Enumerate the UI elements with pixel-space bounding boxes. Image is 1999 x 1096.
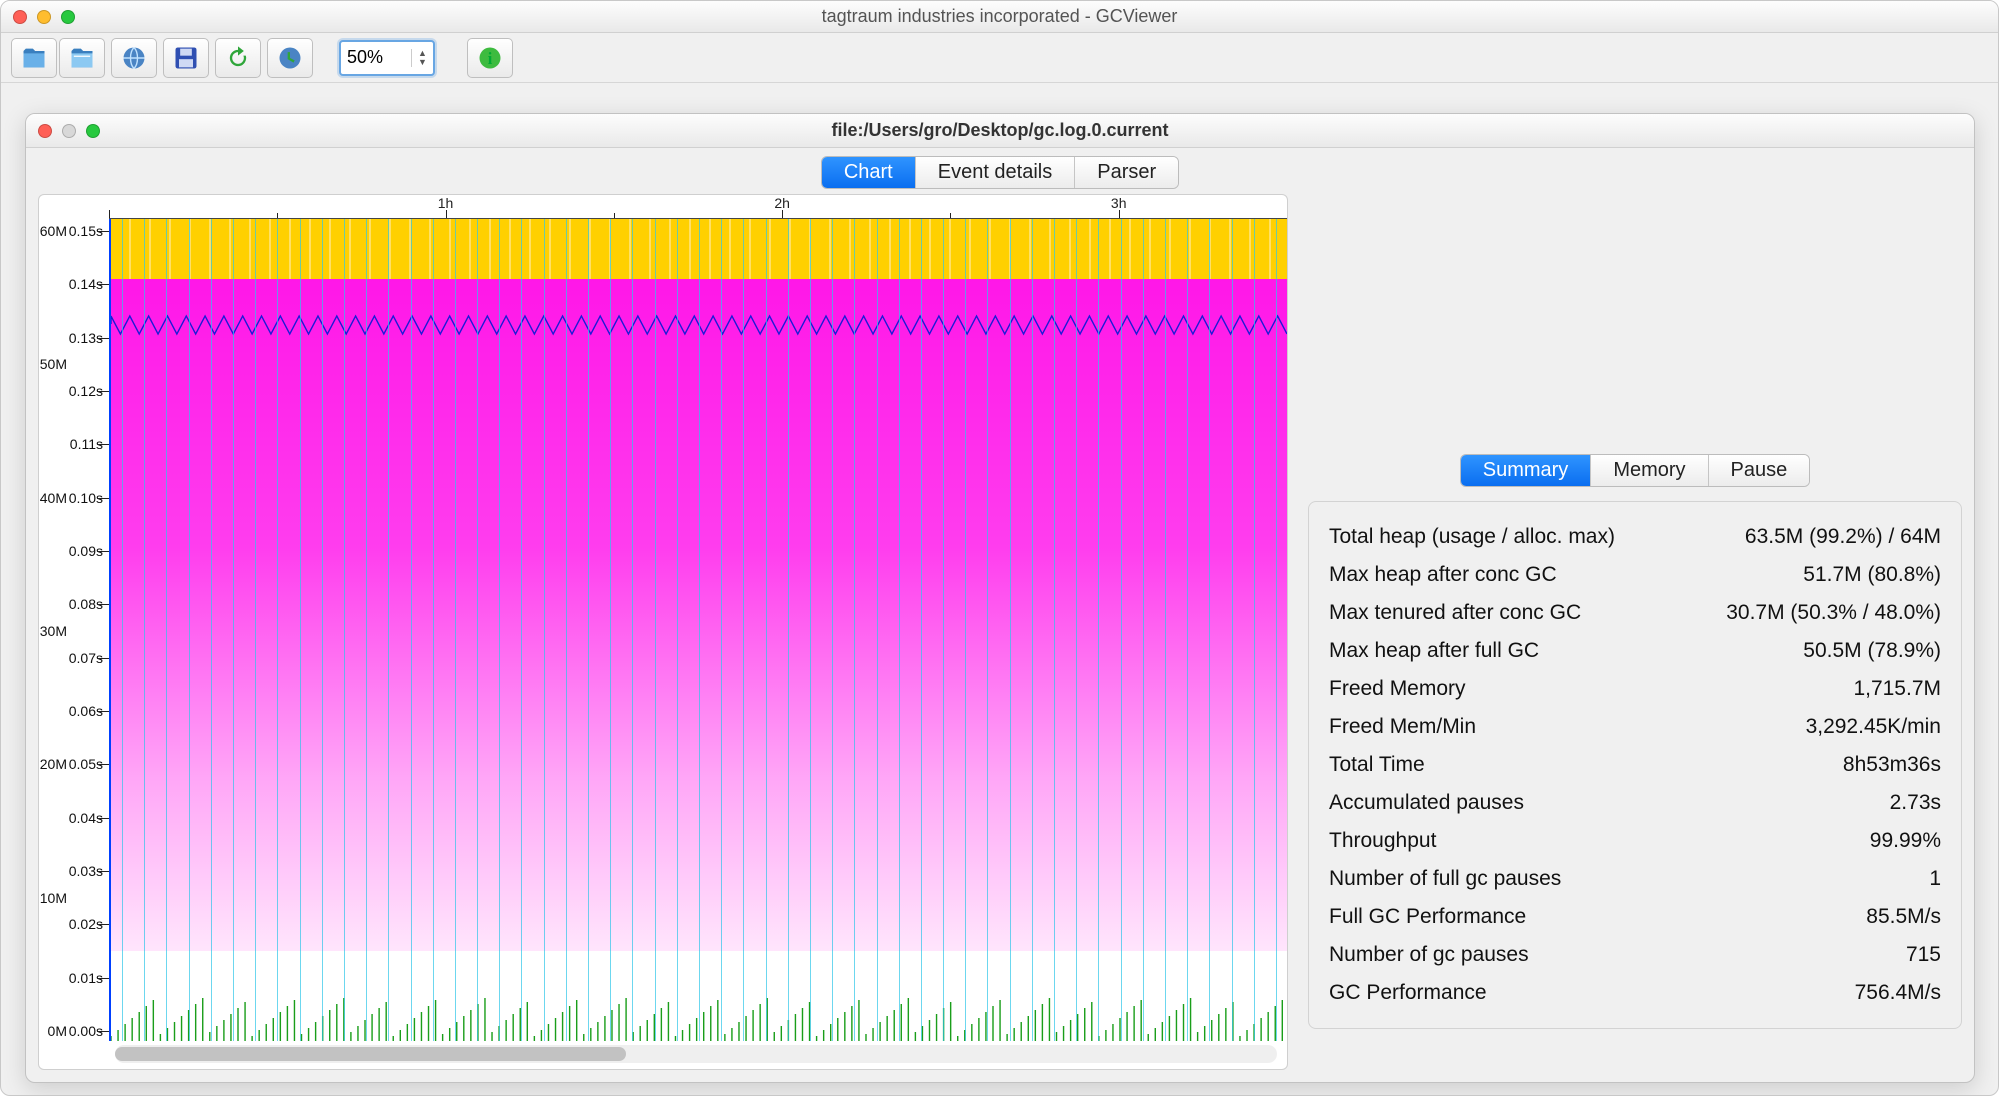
document-window: file:/Users/gro/Desktop/gc.log.0.current… [25,113,1975,1083]
tab-parser[interactable]: Parser [1075,157,1178,188]
doc-traffic-lights [38,124,100,138]
chart-y-axes: 0M10M20M30M40M50M60M0.00s0.01s0.02s0.03s… [39,219,109,1041]
summary-value: 8h53m36s [1843,753,1941,777]
summary-label: Freed Mem/Min [1329,715,1476,739]
summary-value: 715 [1906,943,1941,967]
summary-row: Accumulated pauses 2.73s [1329,784,1941,822]
tab-pause[interactable]: Pause [1709,455,1810,486]
about-button[interactable]: i [467,38,513,78]
summary-row: Freed Mem/Min 3,292.45K/min [1329,708,1941,746]
summary-row: Total Time 8h53m36s [1329,746,1941,784]
summary-value: 85.5M/s [1866,905,1941,929]
zoom-spinner[interactable]: ▲ ▼ [411,49,433,67]
summary-row: Freed Memory 1,715.7M [1329,670,1941,708]
summary-value: 3,292.45K/min [1806,715,1941,739]
doc-tabs: Chart Event details Parser [26,148,1974,195]
summary-row: Throughput 99.99% [1329,822,1941,860]
main-window: tagtraum industries incorporated - GCVie… [0,0,1999,1096]
summary-row: Max tenured after conc GC 30.7M (50.3% / … [1329,594,1941,632]
summary-value: 1 [1929,867,1941,891]
open-recent-button[interactable] [59,38,105,78]
summary-value: 50.5M (78.9%) [1803,639,1941,663]
open-url-button[interactable] [111,38,157,78]
mem-axis-label: 30M [40,623,67,639]
summary-row: Max heap after full GC 50.5M (78.9%) [1329,632,1941,670]
tab-event-details[interactable]: Event details [916,157,1076,188]
summary-value: 63.5M (99.2%) / 64M [1745,525,1941,549]
svg-text:i: i [488,48,493,67]
open-file-button[interactable] [11,38,57,78]
summary-label: Number of gc pauses [1329,943,1529,967]
time-axis-label: 3h [1111,195,1127,211]
zoom-down-icon[interactable]: ▼ [412,58,433,67]
summary-label: Max heap after conc GC [1329,563,1557,587]
summary-row: Max heap after conc GC 51.7M (80.8%) [1329,556,1941,594]
toolbar: ▲ ▼ i [1,33,1998,83]
summary-value: 99.99% [1870,829,1941,853]
mem-axis-label: 60M [40,223,67,239]
minimize-icon[interactable] [37,10,51,24]
doc-minimize-icon[interactable] [62,124,76,138]
summary-label: Total heap (usage / alloc. max) [1329,525,1615,549]
chart-scrollbar[interactable] [115,1045,1277,1063]
chart-area: 0M10M20M30M40M50M60M0.00s0.01s0.02s0.03s… [39,219,1287,1041]
summary-row: Total heap (usage / alloc. max) 63.5M (99… [1329,518,1941,556]
summary-label: Max heap after full GC [1329,639,1539,663]
chart-panel: 1h2h3h 0M10M20M30M40M50M60M0.00s0.01s0.0… [38,194,1288,1070]
chart-time-axis: 1h 2h 3h [109,195,1287,219]
close-icon[interactable] [13,10,27,24]
mem-axis-label: 50M [40,356,67,372]
summary-label: Throughput [1329,829,1436,853]
doc-titlebar[interactable]: file:/Users/gro/Desktop/gc.log.0.current [26,114,1974,148]
outer-titlebar[interactable]: tagtraum industries incorporated - GCVie… [1,1,1998,33]
summary-row: Number of full gc pauses 1 [1329,860,1941,898]
mem-axis-label: 20M [40,756,67,772]
summary-label: Number of full gc pauses [1329,867,1561,891]
doc-title: file:/Users/gro/Desktop/gc.log.0.current [26,120,1974,141]
summary-label: Accumulated pauses [1329,791,1524,815]
summary-label: Max tenured after conc GC [1329,601,1581,625]
summary-value: 51.7M (80.8%) [1803,563,1941,587]
summary-value: 1,715.7M [1853,677,1941,701]
zoom-input-group[interactable]: ▲ ▼ [339,40,435,76]
doc-body: 1h2h3h 0M10M20M30M40M50M60M0.00s0.01s0.0… [38,194,1962,1070]
tab-chart[interactable]: Chart [822,157,916,188]
mem-axis-label: 40M [40,490,67,506]
summary-label: Total Time [1329,753,1425,777]
summary-label: GC Performance [1329,981,1487,1005]
time-axis-label: 2h [774,195,790,211]
scrollbar-thumb[interactable] [115,1047,626,1061]
refresh-button[interactable] [215,38,261,78]
summary-label: Freed Memory [1329,677,1466,701]
mem-axis-label: 0M [48,1023,67,1039]
chart-plot[interactable] [109,219,1287,1041]
doc-close-icon[interactable] [38,124,52,138]
summary-value: 2.73s [1890,791,1941,815]
mem-axis-label: 10M [40,890,67,906]
doc-zoom-icon[interactable] [86,124,100,138]
tab-memory[interactable]: Memory [1591,455,1708,486]
summary-row: Number of gc pauses 715 [1329,936,1941,974]
zoom-icon[interactable] [61,10,75,24]
time-axis-label: 1h [438,195,454,211]
side-panel: Summary Memory Pause Total heap (usage /… [1308,194,1962,1070]
side-tabs: Summary Memory Pause [1460,454,1811,487]
summary-row: Full GC Performance 85.5M/s [1329,898,1941,936]
summary-label: Full GC Performance [1329,905,1526,929]
tab-summary[interactable]: Summary [1461,455,1592,486]
traffic-lights [13,10,75,24]
summary-value: 30.7M (50.3% / 48.0%) [1726,601,1941,625]
zoom-input[interactable] [341,47,411,68]
summary-box: Total heap (usage / alloc. max) 63.5M (99… [1308,501,1962,1029]
window-title: tagtraum industries incorporated - GCVie… [1,6,1998,27]
summary-row: GC Performance 756.4M/s [1329,974,1941,1012]
save-button[interactable] [163,38,209,78]
summary-value: 756.4M/s [1855,981,1941,1005]
auto-refresh-button[interactable] [267,38,313,78]
